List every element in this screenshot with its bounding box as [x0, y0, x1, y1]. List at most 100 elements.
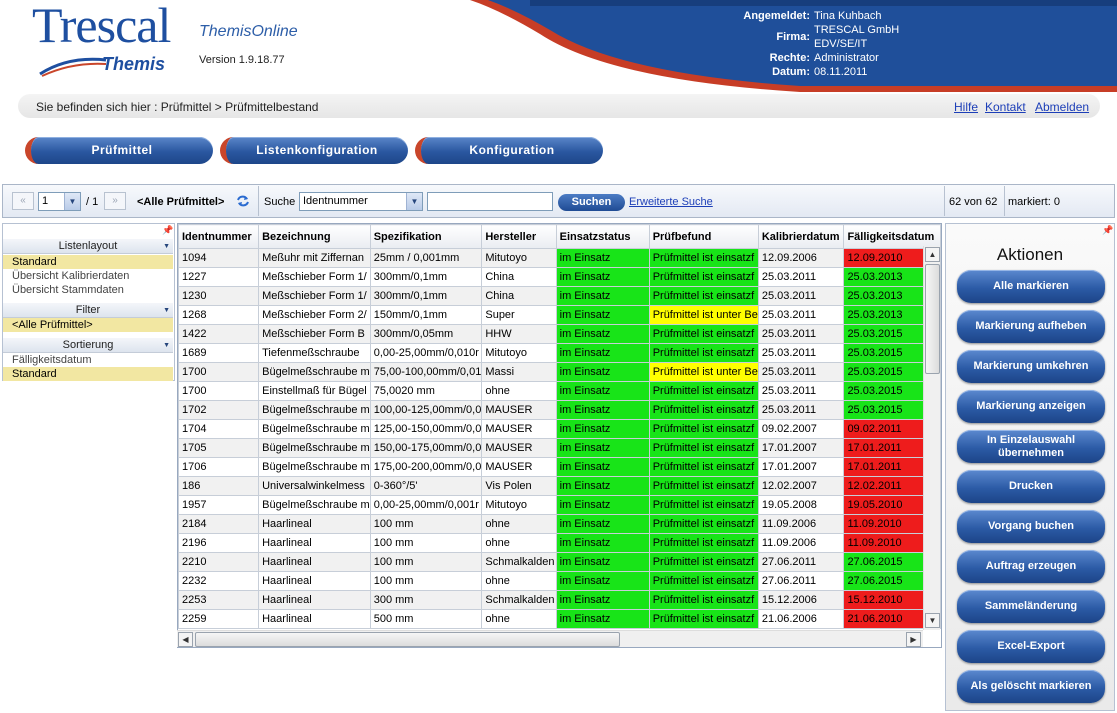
table-row[interactable]: 2259 Haarlineal 500 mm ohne im Einsatz Prüfmi… — [177, 609, 941, 629]
scroll-left-icon[interactable]: ◀ — [178, 632, 193, 647]
table-cell: im Einsatz — [555, 438, 650, 458]
search-field-select[interactable]: Identnummer ▼ — [299, 192, 423, 211]
column-header[interactable]: Identnummer — [177, 224, 260, 249]
table-row[interactable]: 1230 Meßschieber Form 1/300mm/0,1mm China i… — [177, 286, 941, 306]
table-row[interactable]: 1227 Meßschieber Form 1/300mm/0,1mm China i… — [177, 267, 941, 287]
table-row[interactable]: 1700 Einstellmaß für Bügel 75,0020 mm ohne i… — [177, 381, 941, 401]
action-button[interactable]: Drucken — [957, 470, 1105, 503]
action-button[interactable]: Markierung anzeigen — [957, 390, 1105, 423]
horizontal-scrollbar[interactable]: ◀ ▶ — [177, 630, 923, 647]
action-button[interactable]: Markierung aufheben — [957, 310, 1105, 343]
column-header[interactable]: Fälligkeitsdatum — [843, 224, 941, 249]
action-button[interactable]: Sammeländerung — [957, 590, 1105, 623]
table-row[interactable]: 1094 Meßuhr mit Ziffernan 25mm / 0,001mm Mi… — [177, 248, 941, 268]
layout-item-standard[interactable]: Standard — [3, 255, 173, 269]
scroll-up-icon[interactable]: ▲ — [925, 247, 940, 262]
table-cell: 1689 — [177, 343, 260, 363]
table-row[interactable]: 2196 Haarlineal 100 mm ohne im Einsatz Prüfmi… — [177, 533, 941, 553]
table-cell: China — [481, 267, 557, 287]
table-cell: Einstellmaß für Bügel — [258, 381, 371, 401]
column-header[interactable]: Bezeichnung — [258, 224, 371, 249]
layout-header[interactable]: Listenlayout ▼ — [3, 239, 173, 254]
sort-item-standard[interactable]: Standard — [3, 367, 173, 381]
sort-item-faelligkeit[interactable]: Fälligkeitsdatum — [3, 353, 173, 367]
nav-pruefmittel[interactable]: Prüfmittel — [25, 137, 213, 164]
sort-header[interactable]: Sortierung ▼ — [3, 338, 173, 353]
filter-item-all[interactable]: <Alle Prüfmittel> — [3, 318, 173, 332]
help-link[interactable]: Hilfe — [954, 100, 978, 114]
advanced-search-link[interactable]: Erweiterte Suche — [629, 196, 713, 208]
action-button[interactable]: Markierung umkehren — [957, 350, 1105, 383]
column-header[interactable]: Hersteller — [481, 224, 557, 249]
table-row[interactable]: 1268 Meßschieber Form 2/150mm/0,1mm Super i… — [177, 305, 941, 325]
refresh-icon[interactable] — [236, 194, 250, 208]
table-row[interactable]: 1706 Bügelmeßschraube m 175,00-200,00mm/0,… — [177, 457, 941, 477]
table-row[interactable]: 1705 Bügelmeßschraube m 150,00-175,00mm/0,… — [177, 438, 941, 458]
vertical-scrollbar[interactable]: ▲ ▼ — [923, 246, 940, 630]
table-cell: 2232 — [177, 571, 260, 591]
table-row[interactable]: 1700 Bügelmeßschraube m 75,00-100,00mm/0,0… — [177, 362, 941, 382]
table-cell: ohne — [481, 381, 557, 401]
search-input[interactable] — [427, 192, 553, 211]
search-button[interactable]: Suchen — [558, 194, 625, 211]
table-cell: 0,00-25,00mm/0,010r — [369, 343, 483, 363]
layout-item-stammdaten[interactable]: Übersicht Stammdaten — [3, 283, 173, 297]
pin-icon[interactable]: 📌 — [1102, 225, 1113, 236]
column-header[interactable]: Einsatzstatus — [555, 224, 650, 249]
contact-link[interactable]: Kontakt — [985, 100, 1026, 114]
table-row[interactable]: 2210 Haarlineal 100 mm Schmalkalden im Einsa… — [177, 552, 941, 572]
table-cell: Super — [481, 305, 557, 325]
column-header[interactable]: Kalibrierdatum — [757, 224, 845, 249]
column-header[interactable]: Spezifikation — [369, 224, 483, 249]
table-row[interactable]: 1422 Meßschieber Form B 300mm/0,05mm HHW im … — [177, 324, 941, 344]
table-cell: Prüfmittel ist einsatzf — [648, 476, 759, 496]
table-cell: Massi — [481, 362, 557, 382]
data-grid: Identnummer Bezeichnung Spezifikation Herst… — [177, 223, 942, 648]
table-cell: 2196 — [177, 533, 260, 553]
action-button[interactable]: In Einzelauswahl übernehmen — [957, 430, 1105, 463]
table-cell: 100 mm — [369, 552, 483, 572]
scroll-thumb[interactable] — [925, 264, 940, 374]
first-page-button[interactable]: « — [12, 192, 34, 210]
action-button[interactable]: Als gelöscht markieren — [957, 670, 1105, 703]
next-page-button[interactable]: » — [104, 192, 126, 210]
action-button[interactable]: Auftrag erzeugen — [957, 550, 1105, 583]
table-row[interactable]: 1702 Bügelmeßschraube m 100,00-125,00mm/0,… — [177, 400, 941, 420]
scroll-down-icon[interactable]: ▼ — [925, 613, 940, 628]
action-button[interactable]: Vorgang buchen — [957, 510, 1105, 543]
table-cell: 19.05.2008 — [757, 495, 845, 515]
table-cell: Prüfmittel ist unter Be — [648, 305, 759, 325]
action-button[interactable]: Alle markieren — [957, 270, 1105, 303]
table-cell: im Einsatz — [555, 400, 650, 420]
table-cell: China — [481, 286, 557, 306]
action-button[interactable]: Excel-Export — [957, 630, 1105, 663]
table-cell: im Einsatz — [555, 248, 650, 268]
pin-icon[interactable]: 📌 — [162, 225, 173, 236]
table-row[interactable]: 1689 Tiefenmeßschraube 0,00-25,00mm/0,010r… — [177, 343, 941, 363]
table-row[interactable]: 1704 Bügelmeßschraube m 125,00-150,00mm/0,… — [177, 419, 941, 439]
table-row[interactable]: 2184 Haarlineal 100 mm ohne im Einsatz Prüfmi… — [177, 514, 941, 534]
table-cell: 25.03.2011 — [757, 343, 845, 363]
table-cell: Vis Polen — [481, 476, 557, 496]
table-cell: MAUSER — [481, 419, 557, 439]
table-cell: im Einsatz — [555, 609, 650, 629]
nav-konfiguration[interactable]: Konfiguration — [415, 137, 603, 164]
table-row[interactable]: 186 Universalwinkelmess 0-360°/5' Vis Polen… — [177, 476, 941, 496]
table-row[interactable]: 2253 Haarlineal 300 mm Schmalkalden im Einsa… — [177, 590, 941, 610]
table-cell: Prüfmittel ist einsatzf — [648, 552, 759, 572]
table-cell: 300mm/0,05mm — [369, 324, 483, 344]
scroll-thumb[interactable] — [195, 632, 620, 647]
layout-item-kalibrierdaten[interactable]: Übersicht Kalibrierdaten — [3, 269, 173, 283]
table-cell: MAUSER — [481, 400, 557, 420]
page-select[interactable]: 1 ▼ — [38, 192, 81, 211]
date-row: Datum: 08.11.2011 — [772, 66, 868, 78]
column-header[interactable]: Prüfbefund — [648, 224, 759, 249]
scroll-right-icon[interactable]: ▶ — [906, 632, 921, 647]
nav-listenkonfiguration[interactable]: Listenkonfiguration — [220, 137, 408, 164]
table-cell: im Einsatz — [555, 533, 650, 553]
table-row[interactable]: 1957 Bügelmeßschraube m 0,00-25,00mm/0,001… — [177, 495, 941, 515]
table-cell: 150,00-175,00mm/0,0 — [369, 438, 483, 458]
filter-header[interactable]: Filter ▼ — [3, 303, 173, 318]
logout-link[interactable]: Abmelden — [1035, 100, 1089, 114]
table-row[interactable]: 2232 Haarlineal 100 mm ohne im Einsatz Prüfmi… — [177, 571, 941, 591]
